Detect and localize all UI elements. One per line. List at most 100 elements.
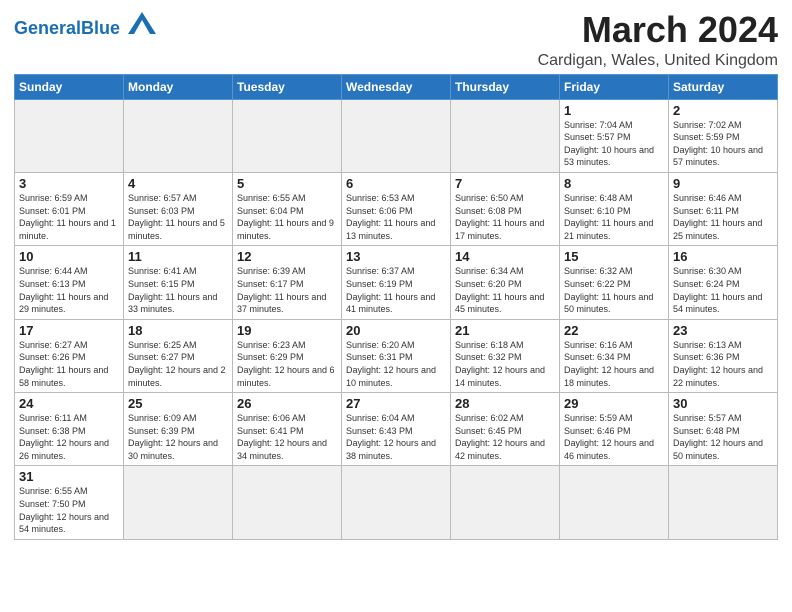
day-info: Sunrise: 6:50 AM Sunset: 6:08 PM Dayligh… <box>455 192 555 242</box>
day-info: Sunrise: 6:44 AM Sunset: 6:13 PM Dayligh… <box>19 265 119 315</box>
day-info: Sunrise: 6:39 AM Sunset: 6:17 PM Dayligh… <box>237 265 337 315</box>
day-info: Sunrise: 6:23 AM Sunset: 6:29 PM Dayligh… <box>237 339 337 389</box>
day-info: Sunrise: 6:11 AM Sunset: 6:38 PM Dayligh… <box>19 412 119 462</box>
day-number: 20 <box>346 323 446 338</box>
day-number: 21 <box>455 323 555 338</box>
day-info: Sunrise: 6:25 AM Sunset: 6:27 PM Dayligh… <box>128 339 228 389</box>
day-number: 18 <box>128 323 228 338</box>
table-row <box>451 99 560 172</box>
day-number: 19 <box>237 323 337 338</box>
day-info: Sunrise: 6:55 AM Sunset: 6:04 PM Dayligh… <box>237 192 337 242</box>
month-title: March 2024 <box>538 10 778 50</box>
day-info: Sunrise: 6:46 AM Sunset: 6:11 PM Dayligh… <box>673 192 773 242</box>
day-info: Sunrise: 6:16 AM Sunset: 6:34 PM Dayligh… <box>564 339 664 389</box>
table-row: 18Sunrise: 6:25 AM Sunset: 6:27 PM Dayli… <box>124 319 233 392</box>
table-row: 29Sunrise: 5:59 AM Sunset: 6:46 PM Dayli… <box>560 393 669 466</box>
day-number: 24 <box>19 396 119 411</box>
table-row: 12Sunrise: 6:39 AM Sunset: 6:17 PM Dayli… <box>233 246 342 319</box>
header: GeneralBlue March 2024 Cardigan, Wales, … <box>14 10 778 70</box>
table-row: 16Sunrise: 6:30 AM Sunset: 6:24 PM Dayli… <box>669 246 778 319</box>
calendar-week-row: 31Sunrise: 6:55 AM Sunset: 7:50 PM Dayli… <box>15 466 778 539</box>
day-number: 9 <box>673 176 773 191</box>
table-row: 6Sunrise: 6:53 AM Sunset: 6:06 PM Daylig… <box>342 172 451 245</box>
table-row: 10Sunrise: 6:44 AM Sunset: 6:13 PM Dayli… <box>15 246 124 319</box>
calendar-week-row: 24Sunrise: 6:11 AM Sunset: 6:38 PM Dayli… <box>15 393 778 466</box>
day-info: Sunrise: 5:57 AM Sunset: 6:48 PM Dayligh… <box>673 412 773 462</box>
day-number: 7 <box>455 176 555 191</box>
day-info: Sunrise: 6:18 AM Sunset: 6:32 PM Dayligh… <box>455 339 555 389</box>
day-info: Sunrise: 7:04 AM Sunset: 5:57 PM Dayligh… <box>564 119 664 169</box>
day-number: 3 <box>19 176 119 191</box>
title-block: March 2024 Cardigan, Wales, United Kingd… <box>538 10 778 70</box>
table-row: 24Sunrise: 6:11 AM Sunset: 6:38 PM Dayli… <box>15 393 124 466</box>
day-number: 2 <box>673 103 773 118</box>
table-row <box>342 466 451 539</box>
table-row: 14Sunrise: 6:34 AM Sunset: 6:20 PM Dayli… <box>451 246 560 319</box>
col-sunday: Sunday <box>15 74 124 99</box>
day-number: 14 <box>455 249 555 264</box>
day-info: Sunrise: 6:02 AM Sunset: 6:45 PM Dayligh… <box>455 412 555 462</box>
calendar-week-row: 17Sunrise: 6:27 AM Sunset: 6:26 PM Dayli… <box>15 319 778 392</box>
col-monday: Monday <box>124 74 233 99</box>
table-row <box>669 466 778 539</box>
day-number: 17 <box>19 323 119 338</box>
table-row: 27Sunrise: 6:04 AM Sunset: 6:43 PM Dayli… <box>342 393 451 466</box>
day-number: 12 <box>237 249 337 264</box>
day-info: Sunrise: 6:41 AM Sunset: 6:15 PM Dayligh… <box>128 265 228 315</box>
col-saturday: Saturday <box>669 74 778 99</box>
day-info: Sunrise: 5:59 AM Sunset: 6:46 PM Dayligh… <box>564 412 664 462</box>
day-number: 8 <box>564 176 664 191</box>
day-number: 29 <box>564 396 664 411</box>
table-row: 26Sunrise: 6:06 AM Sunset: 6:41 PM Dayli… <box>233 393 342 466</box>
col-tuesday: Tuesday <box>233 74 342 99</box>
col-wednesday: Wednesday <box>342 74 451 99</box>
day-info: Sunrise: 7:02 AM Sunset: 5:59 PM Dayligh… <box>673 119 773 169</box>
table-row: 25Sunrise: 6:09 AM Sunset: 6:39 PM Dayli… <box>124 393 233 466</box>
logo-general: General <box>14 18 81 38</box>
table-row: 28Sunrise: 6:02 AM Sunset: 6:45 PM Dayli… <box>451 393 560 466</box>
day-number: 30 <box>673 396 773 411</box>
table-row: 8Sunrise: 6:48 AM Sunset: 6:10 PM Daylig… <box>560 172 669 245</box>
table-row: 5Sunrise: 6:55 AM Sunset: 6:04 PM Daylig… <box>233 172 342 245</box>
day-number: 1 <box>564 103 664 118</box>
day-number: 23 <box>673 323 773 338</box>
day-number: 26 <box>237 396 337 411</box>
day-number: 6 <box>346 176 446 191</box>
calendar-table: Sunday Monday Tuesday Wednesday Thursday… <box>14 74 778 540</box>
table-row: 3Sunrise: 6:59 AM Sunset: 6:01 PM Daylig… <box>15 172 124 245</box>
day-number: 22 <box>564 323 664 338</box>
day-number: 10 <box>19 249 119 264</box>
day-info: Sunrise: 6:09 AM Sunset: 6:39 PM Dayligh… <box>128 412 228 462</box>
table-row <box>233 466 342 539</box>
logo-blue: Blue <box>81 18 120 38</box>
col-thursday: Thursday <box>451 74 560 99</box>
logo: GeneralBlue <box>14 14 156 39</box>
day-number: 31 <box>19 469 119 484</box>
day-info: Sunrise: 6:04 AM Sunset: 6:43 PM Dayligh… <box>346 412 446 462</box>
table-row <box>233 99 342 172</box>
table-row: 1Sunrise: 7:04 AM Sunset: 5:57 PM Daylig… <box>560 99 669 172</box>
table-row: 23Sunrise: 6:13 AM Sunset: 6:36 PM Dayli… <box>669 319 778 392</box>
calendar-week-row: 1Sunrise: 7:04 AM Sunset: 5:57 PM Daylig… <box>15 99 778 172</box>
table-row: 9Sunrise: 6:46 AM Sunset: 6:11 PM Daylig… <box>669 172 778 245</box>
calendar-week-row: 3Sunrise: 6:59 AM Sunset: 6:01 PM Daylig… <box>15 172 778 245</box>
day-number: 5 <box>237 176 337 191</box>
day-number: 25 <box>128 396 228 411</box>
table-row <box>451 466 560 539</box>
day-number: 4 <box>128 176 228 191</box>
table-row <box>342 99 451 172</box>
calendar-page: GeneralBlue March 2024 Cardigan, Wales, … <box>0 0 792 546</box>
day-number: 11 <box>128 249 228 264</box>
table-row: 4Sunrise: 6:57 AM Sunset: 6:03 PM Daylig… <box>124 172 233 245</box>
table-row: 19Sunrise: 6:23 AM Sunset: 6:29 PM Dayli… <box>233 319 342 392</box>
day-info: Sunrise: 6:59 AM Sunset: 6:01 PM Dayligh… <box>19 192 119 242</box>
day-info: Sunrise: 6:13 AM Sunset: 6:36 PM Dayligh… <box>673 339 773 389</box>
day-info: Sunrise: 6:34 AM Sunset: 6:20 PM Dayligh… <box>455 265 555 315</box>
table-row: 22Sunrise: 6:16 AM Sunset: 6:34 PM Dayli… <box>560 319 669 392</box>
day-info: Sunrise: 6:06 AM Sunset: 6:41 PM Dayligh… <box>237 412 337 462</box>
day-info: Sunrise: 6:48 AM Sunset: 6:10 PM Dayligh… <box>564 192 664 242</box>
calendar-header-row: Sunday Monday Tuesday Wednesday Thursday… <box>15 74 778 99</box>
table-row: 15Sunrise: 6:32 AM Sunset: 6:22 PM Dayli… <box>560 246 669 319</box>
day-info: Sunrise: 6:53 AM Sunset: 6:06 PM Dayligh… <box>346 192 446 242</box>
day-number: 13 <box>346 249 446 264</box>
